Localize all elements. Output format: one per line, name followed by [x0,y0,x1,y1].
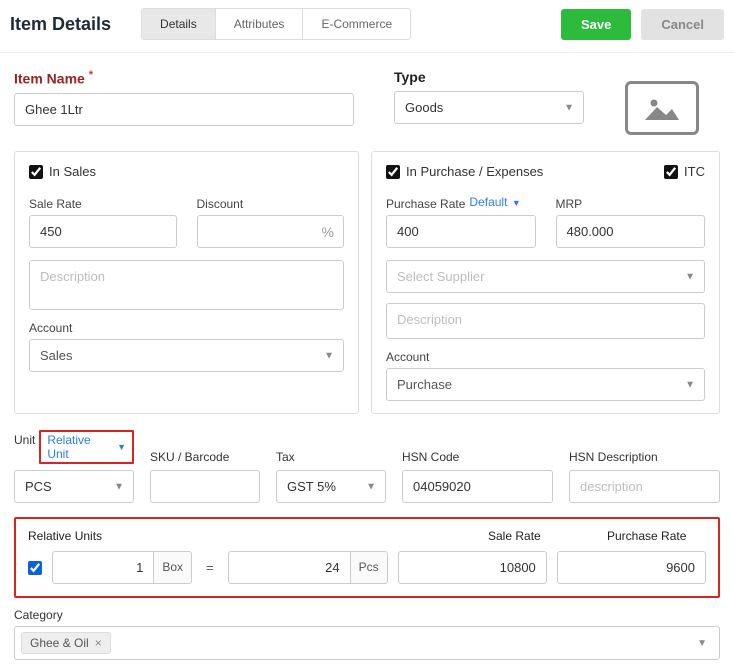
percent-icon: % [322,224,334,240]
discount-label: Discount [197,197,345,211]
tax-label: Tax [276,450,386,464]
tabs: Details Attributes E-Commerce [141,8,411,40]
sales-description-input[interactable] [29,260,344,310]
unit-select[interactable]: PCS [14,470,134,503]
unit-label: Unit [14,433,35,447]
rel-qty2-input[interactable] [228,551,351,584]
tax-select[interactable]: GST 5% [276,470,386,503]
tab-ecommerce[interactable]: E-Commerce [303,9,410,39]
tab-details[interactable]: Details [142,9,216,39]
rel-unit1-label: Box [154,551,192,584]
in-sales-label: In Sales [49,164,96,179]
chevron-down-icon: ▼ [509,198,520,208]
page-title: Item Details [10,14,111,35]
hsn-code-input[interactable] [402,470,553,503]
rel-qty1-input[interactable] [52,551,154,584]
purchase-account-select[interactable]: Purchase [386,368,705,401]
sales-account-label: Account [29,321,344,335]
purchase-rate-input[interactable] [386,215,536,248]
category-select[interactable]: Ghee & Oil × ▼ [14,626,720,660]
supplier-select[interactable]: Select Supplier [386,260,705,293]
in-purchase-label: In Purchase / Expenses [406,164,543,179]
relative-units-label: Relative Units [28,529,468,543]
mrp-input[interactable] [556,215,706,248]
purchase-rate-label: Purchase Rate [386,197,465,211]
hsn-code-label: HSN Code [402,450,553,464]
item-name-input[interactable] [14,93,354,126]
sale-rate-label: Sale Rate [29,197,177,211]
rel-sale-rate-input[interactable] [398,551,547,584]
type-select[interactable]: Goods [394,91,584,124]
in-purchase-checkbox[interactable] [386,165,400,179]
chip-remove-icon[interactable]: × [95,636,102,650]
sales-account-select[interactable]: Sales [29,339,344,372]
sku-input[interactable] [150,470,260,503]
equals-label: = [202,560,218,575]
rel-purchase-rate-input[interactable] [557,551,706,584]
mrp-label: MRP [556,197,706,211]
item-name-label: Item Name * [14,69,354,87]
category-label: Category [14,608,720,622]
purchase-account-label: Account [386,350,705,364]
itc-checkbox[interactable] [664,165,678,179]
rel-purchase-rate-label: Purchase Rate [607,529,706,543]
sales-panel: In Sales Sale Rate Discount % [14,151,359,414]
relative-unit-button[interactable]: Relative Unit▼ [39,430,134,464]
sale-rate-input[interactable] [29,215,177,248]
hsn-desc-label: HSN Description [569,450,720,464]
default-link[interactable]: Default ▼ [469,195,520,209]
in-sales-checkbox[interactable] [29,165,43,179]
image-icon [642,93,682,123]
relative-units-panel: Relative Units Sale Rate Purchase Rate B… [14,517,720,598]
chevron-down-icon: ▼ [117,442,126,452]
chevron-down-icon: ▼ [697,638,713,649]
cancel-button[interactable]: Cancel [641,9,724,40]
sku-label: SKU / Barcode [150,450,260,464]
rel-row-checkbox[interactable] [28,561,42,575]
type-label: Type [394,69,584,85]
tab-attributes[interactable]: Attributes [216,9,304,39]
save-button[interactable]: Save [561,9,631,40]
purchase-description-input[interactable] [386,303,705,339]
image-upload[interactable] [625,81,699,135]
purchase-panel: In Purchase / Expenses ITC Purchase Rate… [371,151,720,414]
itc-label: ITC [684,164,705,179]
hsn-desc-input[interactable] [569,470,720,503]
rel-unit2-label: Pcs [351,551,388,584]
rel-sale-rate-label: Sale Rate [488,529,587,543]
